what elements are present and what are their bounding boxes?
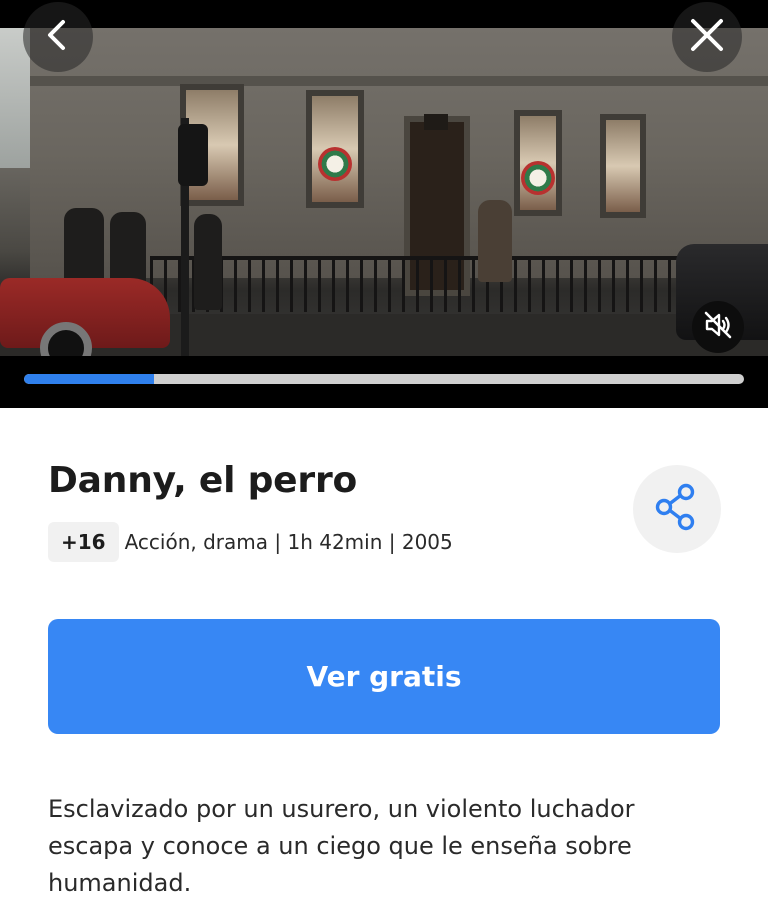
video-player[interactable] [0, 0, 768, 408]
chevron-left-icon [41, 18, 75, 56]
video-window [514, 110, 562, 216]
video-progress-bar[interactable] [24, 374, 744, 384]
age-rating-badge: +16 [48, 522, 119, 562]
video-person [194, 214, 222, 310]
close-button[interactable] [672, 2, 742, 72]
movie-title: Danny, el perro [48, 460, 358, 501]
share-button[interactable] [633, 465, 721, 553]
watch-free-button[interactable]: Ver gratis [48, 619, 720, 734]
video-cornice [30, 76, 768, 86]
speaker-muted-icon [702, 309, 734, 345]
video-railing [150, 256, 680, 312]
share-icon [651, 481, 703, 537]
close-icon [689, 17, 725, 57]
movie-meta: +16 Acción, drama | 1h 42min | 2005 [48, 522, 453, 562]
back-button[interactable] [23, 2, 93, 72]
mute-button[interactable] [692, 301, 744, 353]
video-frame[interactable] [0, 28, 768, 356]
movie-synopsis: Esclavizado por un usurero, un violento … [48, 795, 635, 897]
video-progress-fill [24, 374, 154, 384]
video-person [478, 200, 512, 282]
movie-genre-duration-year: Acción, drama | 1h 42min | 2005 [124, 530, 453, 554]
video-car [0, 278, 170, 356]
video-window [600, 114, 646, 218]
video-window [306, 90, 364, 208]
video-traffic-light [178, 124, 208, 186]
video-door-number [424, 114, 448, 130]
